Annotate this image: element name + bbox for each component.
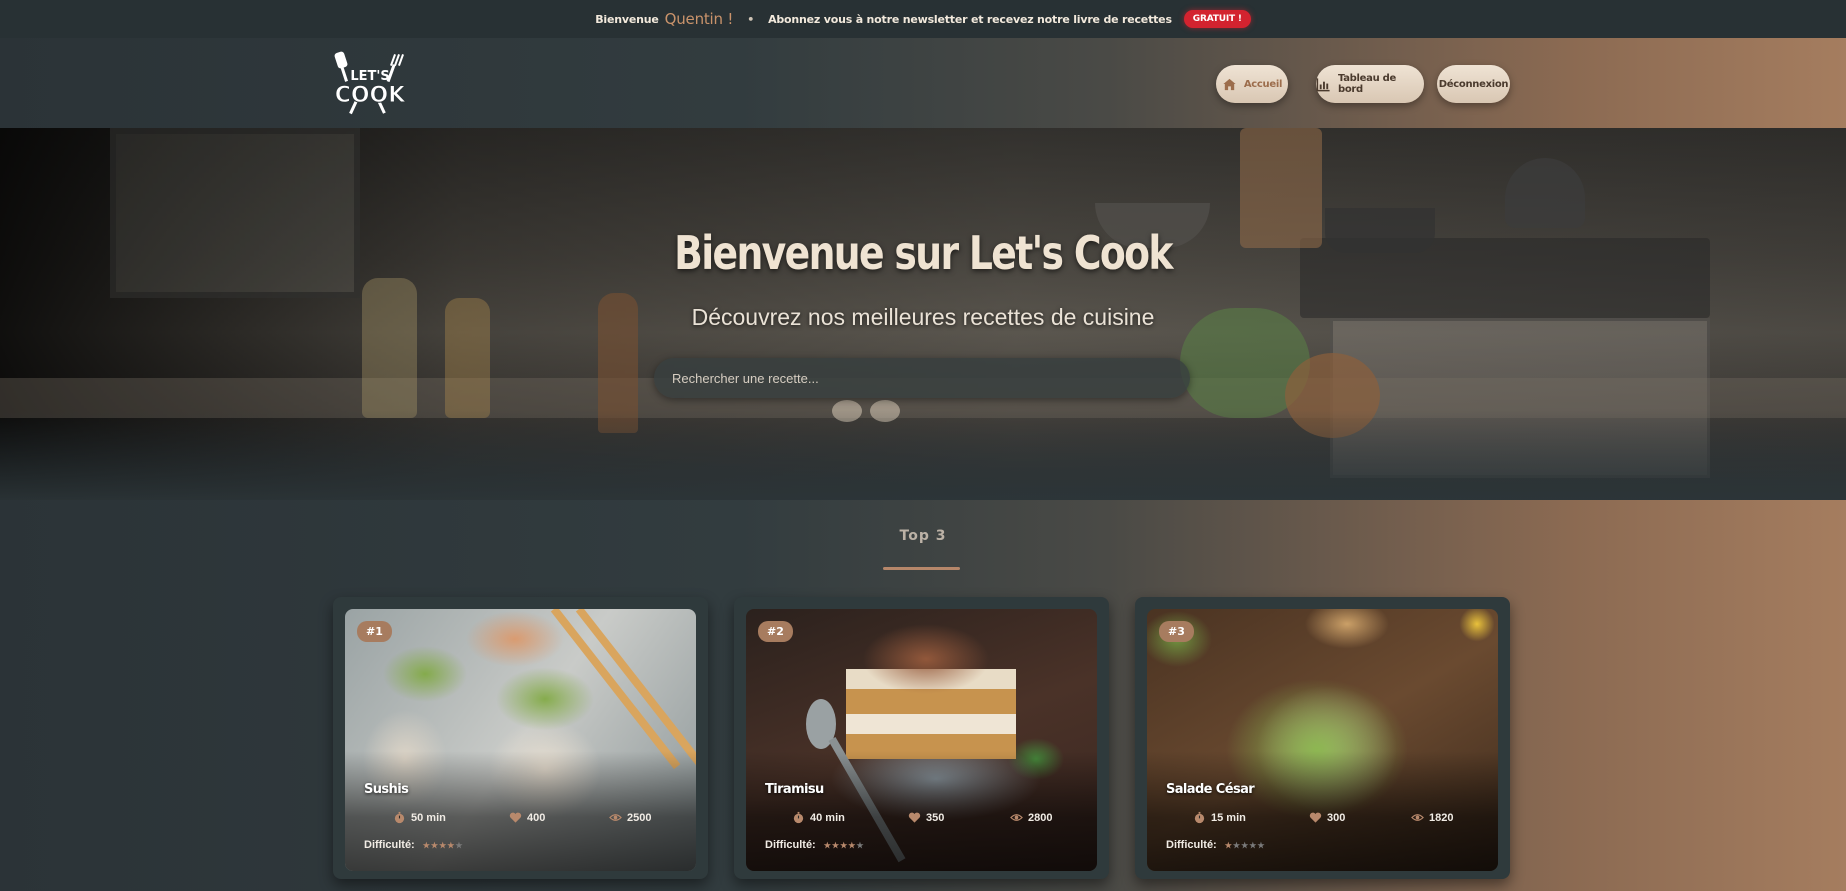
recipe-stats: 50 min 400 2500 <box>345 811 696 827</box>
star-icon: ★ <box>430 840 440 850</box>
recipe-image[interactable]: #3 Salade César 15 min 300 1820 Difficul… <box>1147 609 1498 871</box>
views-value: 2500 <box>627 811 652 824</box>
star-icon: ★ <box>1224 840 1233 850</box>
nav-logout-label: Déconnexion <box>1438 78 1509 90</box>
chopstick <box>550 609 681 770</box>
difficulty: Difficulté: ★★★★★ <box>1166 839 1266 851</box>
section-underline <box>883 567 960 570</box>
star-icon: ★ <box>422 840 431 850</box>
views: 1820 <box>1411 811 1453 824</box>
prep-time: 50 min <box>393 811 446 824</box>
heart-icon <box>908 812 921 823</box>
section-title: Top 3 <box>899 528 947 544</box>
bottle-shape <box>362 278 417 418</box>
site-header: LET'S COOK Accueil Tableau de bord Décon… <box>0 38 1846 128</box>
star-icon: ★ <box>823 840 832 850</box>
announcement-bar: Bienvenue Quentin ! • Abonnez vous à not… <box>0 0 1846 38</box>
eye-icon <box>609 814 622 821</box>
star-icon: ★ <box>1257 840 1266 850</box>
prep-time: 15 min <box>1193 811 1246 824</box>
nav-home-button[interactable]: Accueil <box>1216 65 1288 103</box>
stopwatch-icon <box>1194 811 1205 824</box>
nav-home-label: Accueil <box>1243 78 1283 90</box>
likes-value: 300 <box>1327 811 1346 824</box>
eye-icon <box>1411 814 1424 821</box>
difficulty-stars: ★★★★★ <box>1225 841 1266 850</box>
hero-fade <box>0 410 1846 500</box>
newsletter-link[interactable]: Abonnez vous à notre newsletter et recev… <box>768 13 1172 26</box>
difficulty: Difficulté: ★★★★★ <box>364 839 464 851</box>
hero-title: Bienvenue sur Let's Cook <box>674 226 1173 280</box>
likes[interactable]: 300 <box>1309 811 1345 824</box>
prep-time: 40 min <box>792 811 845 824</box>
chopstick <box>575 609 696 770</box>
difficulty: Difficulté: ★★★★★ <box>765 839 865 851</box>
views: 2800 <box>1010 811 1052 824</box>
recipe-image[interactable]: #2 Tiramisu 40 min 350 2800 Difficulté: … <box>746 609 1097 871</box>
nav-dashboard-button[interactable]: Tableau de bord <box>1316 65 1424 103</box>
svg-text:COOK: COOK <box>335 83 407 108</box>
svg-text:LET'S: LET'S <box>350 69 389 84</box>
prep-time-value: 15 min <box>1211 811 1246 824</box>
difficulty-label: Difficulté: <box>364 839 415 851</box>
separator-dot: • <box>747 12 755 26</box>
kettle-shape <box>1505 158 1585 228</box>
stopwatch-icon <box>793 811 804 824</box>
hero-subtitle: Découvrez nos meilleures recettes de cui… <box>691 304 1155 330</box>
hero-banner: Bienvenue sur Let's Cook Découvrez nos m… <box>0 128 1846 500</box>
recipe-stats: 40 min 350 2800 <box>746 811 1097 827</box>
stopwatch-icon <box>394 811 405 824</box>
recipe-card-tiramisu[interactable]: #2 Tiramisu 40 min 350 2800 Difficulté: … <box>734 597 1109 879</box>
recipe-image[interactable]: #1 Sushis 50 min 400 2500 Difficulté: ★★… <box>345 609 696 871</box>
difficulty-stars: ★★★★★ <box>423 841 464 850</box>
recipe-title[interactable]: Sushis <box>364 782 409 797</box>
free-badge[interactable]: GRATUIT ! <box>1183 10 1251 28</box>
star-icon: ★ <box>856 840 865 850</box>
views-value: 1820 <box>1429 811 1454 824</box>
likes-value: 400 <box>527 811 546 824</box>
heart-icon <box>509 812 522 823</box>
difficulty-label: Difficulté: <box>765 839 816 851</box>
recipe-stats: 15 min 300 1820 <box>1147 811 1498 827</box>
star-icon: ★ <box>831 840 841 850</box>
search-input[interactable] <box>654 358 1190 398</box>
likes[interactable]: 350 <box>908 811 944 824</box>
star-icon: ★ <box>1232 840 1242 850</box>
recipe-card-sushis[interactable]: #1 Sushis 50 min 400 2500 Difficulté: ★★… <box>333 597 708 879</box>
logo-icon: LET'S COOK <box>334 51 407 115</box>
nav-dashboard-label: Tableau de bord <box>1338 73 1396 95</box>
home-icon <box>1223 78 1236 90</box>
likes[interactable]: 400 <box>509 811 545 824</box>
eye-icon <box>1010 814 1023 821</box>
logo[interactable]: LET'S COOK <box>330 50 410 116</box>
welcome-text: Bienvenue <box>595 12 659 26</box>
difficulty-stars: ★★★★★ <box>824 841 865 850</box>
difficulty-label: Difficulté: <box>1166 839 1217 851</box>
views-value: 2800 <box>1028 811 1053 824</box>
star-icon: ★ <box>455 840 464 850</box>
prep-time-value: 40 min <box>810 811 845 824</box>
likes-value: 350 <box>926 811 945 824</box>
recipe-title[interactable]: Salade César <box>1166 782 1255 797</box>
recipe-title[interactable]: Tiramisu <box>765 782 824 797</box>
rank-badge: #1 <box>357 621 392 642</box>
username: Quentin ! <box>664 10 734 28</box>
bar-chart-icon <box>1316 77 1330 91</box>
recipe-card-salade-cesar[interactable]: #3 Salade César 15 min 300 1820 Difficul… <box>1135 597 1510 879</box>
prep-time-value: 50 min <box>411 811 446 824</box>
nav-logout-button[interactable]: Déconnexion <box>1437 65 1510 103</box>
rank-badge: #3 <box>1159 621 1194 642</box>
heart-icon <box>1309 812 1322 823</box>
views: 2500 <box>609 811 651 824</box>
rank-badge: #2 <box>758 621 793 642</box>
